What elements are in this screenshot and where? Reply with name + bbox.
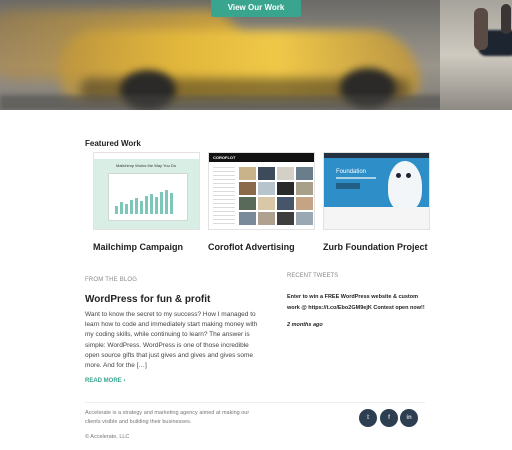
zurb-thumbnail[interactable]: Foundation xyxy=(323,152,430,230)
mailchimp-thumbnail[interactable]: Mailchimp Works the Way You Do xyxy=(93,152,200,230)
blog-post-title[interactable]: WordPress for fun & profit xyxy=(85,294,210,305)
footer-about: Accelerate is a strategy and marketing a… xyxy=(85,410,250,425)
project-title[interactable]: Mailchimp Campaign xyxy=(93,242,183,252)
thumb-title: Foundation xyxy=(336,169,367,175)
project-title[interactable]: Coroflot Advertising xyxy=(208,242,295,252)
featured-card-zurb[interactable]: Foundation Zurb Foundation Project xyxy=(323,152,430,252)
featured-work-heading: Featured Work xyxy=(85,139,141,148)
street xyxy=(0,95,512,110)
blog-excerpt: Want to know the secret to my success? H… xyxy=(85,311,258,370)
footer-copyright: © Accelerate, LLC xyxy=(85,434,130,440)
chart-panel xyxy=(108,173,188,221)
tweets-section-label: RECENT TWEETS xyxy=(287,273,339,279)
yeti-illustration xyxy=(388,161,422,211)
footer-divider xyxy=(85,402,425,403)
project-title[interactable]: Zurb Foundation Project xyxy=(323,242,428,252)
featured-card-mailchimp[interactable]: Mailchimp Works the Way You Do Mailchimp… xyxy=(93,152,200,252)
linkedin-icon[interactable]: in xyxy=(400,409,418,427)
read-more-link[interactable]: READ MORE › xyxy=(85,378,125,384)
coroflot-logo: COROFLOT xyxy=(213,155,236,160)
thumb-heading: Mailchimp Works the Way You Do xyxy=(116,163,177,168)
facebook-icon[interactable]: f xyxy=(380,409,398,427)
tweet-text[interactable]: Enter to win a FREE WordPress website & … xyxy=(287,292,427,314)
twitter-icon[interactable]: 𝕥 xyxy=(359,409,377,427)
blog-section-label: FROM THE BLOG xyxy=(85,277,138,283)
coroflot-thumbnail[interactable]: COROFLOT xyxy=(208,152,315,230)
pedestrian xyxy=(474,8,488,50)
view-our-work-button[interactable]: View Our Work xyxy=(211,0,301,17)
tweet-timestamp: 2 months ago xyxy=(287,322,323,328)
featured-card-coroflot[interactable]: COROFLOT Coroflot Advertising xyxy=(208,152,315,252)
pedestrian xyxy=(501,4,511,34)
